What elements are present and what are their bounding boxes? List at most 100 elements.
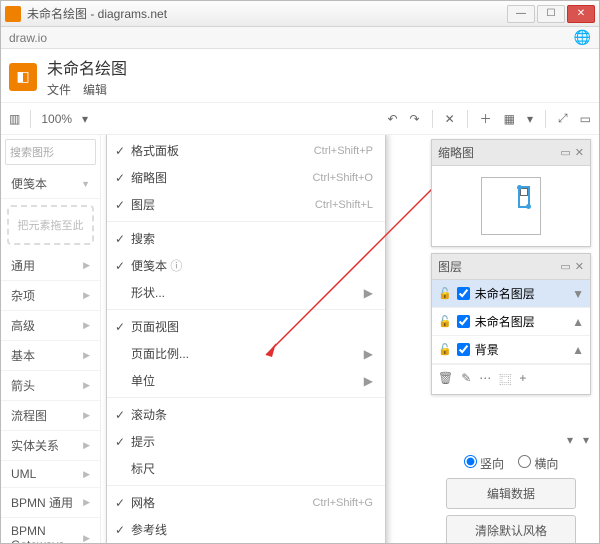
layer-visible-checkbox[interactable] [457,315,470,328]
globe-icon[interactable]: 🌐 [574,29,591,46]
sidebar-cat-scratchpad[interactable]: 便笺本▼ [1,169,100,199]
close-icon[interactable]: ✕ [575,260,584,273]
menubar: 文件 编辑 [47,81,127,98]
delete-icon[interactable]: ✕ [445,112,455,126]
sidebar: 搜索图形 便笺本▼ 把元素拖至此 通用▶ 杂项▶ 高级▶ 基本▶ 箭头▶ 流程图… [1,135,101,543]
menu-item[interactable]: ✓便笺本 ⓘ [107,252,385,279]
app-bar: draw.io 🌐 [1,27,599,49]
clear-style-button[interactable]: 清除默认风格 [446,515,576,543]
menu-file[interactable]: 文件 [47,81,71,98]
app-icon [5,6,21,22]
layer-name: 未命名图层 [475,285,535,302]
menu-item[interactable]: 标尺 [107,455,385,482]
menu-item[interactable]: ✓图层Ctrl+Shift+L [107,191,385,218]
outline-panel: 缩略图 ▭ ✕ [431,139,591,247]
sidebar-cat-flowchart[interactable]: 流程图▶ [1,401,100,431]
close-button[interactable]: ✕ [567,5,595,23]
sidebar-cat-uml[interactable]: UML▶ [1,461,100,488]
edit-icon[interactable]: ✎ [461,371,471,388]
minimize-icon[interactable]: ▭ [560,260,570,273]
lock-icon[interactable]: 🔓 [438,343,452,356]
window: 未命名绘图 - diagrams.net — ☐ ✕ draw.io 🌐 ◧ 未… [0,0,600,544]
undo-icon[interactable]: ↶ [387,112,397,126]
canvas[interactable]: ✓格式面板Ctrl+Shift+P✓缩略图Ctrl+Shift+O✓图层Ctrl… [101,135,599,543]
menu-item[interactable]: 单位▶ [107,367,385,394]
header: ◧ 未命名绘图 文件 编辑 [1,49,599,103]
window-title: 未命名绘图 - diagrams.net [27,5,507,22]
trash-icon[interactable]: 🗑 [438,371,453,388]
app-label: draw.io [9,31,47,45]
radio-landscape[interactable]: 横向 [518,455,558,472]
sidebar-cat-entity[interactable]: 实体关系▶ [1,431,100,461]
menu-item[interactable]: ✓页面视图 [107,313,385,340]
sidebar-cat-basic[interactable]: 基本▶ [1,341,100,371]
chevron-down-icon[interactable]: ▾ [567,433,573,447]
sidebar-toggle-icon[interactable]: ▥ [9,112,20,126]
duplicate-icon[interactable]: ⿴ [499,371,511,388]
layer-tools: 🗑 ✎ ⋯ ⿴ + [432,364,590,394]
layer-row[interactable]: 🔓 未命名图层 ▲ [432,308,590,336]
titlebar: 未命名绘图 - diagrams.net — ☐ ✕ [1,1,599,27]
grid-icon[interactable]: ▦ [504,112,515,126]
menu-item[interactable]: ✓网格Ctrl+Shift+G [107,489,385,516]
menu-item[interactable]: ✓搜索 [107,225,385,252]
layers-title: 图层 [438,258,556,275]
format-icon[interactable]: ▭ [580,112,591,126]
window-buttons: — ☐ ✕ [507,5,595,23]
redo-icon[interactable]: ↷ [410,112,420,126]
more-icon[interactable]: ⋯ [479,371,491,388]
triangle-icon[interactable]: ▲ [572,315,584,329]
menu-item[interactable]: ✓滚动条 [107,401,385,428]
chevron-down-icon[interactable]: ▾ [583,433,589,447]
doc-title[interactable]: 未命名绘图 [47,55,127,79]
layer-name: 背景 [475,341,499,358]
logo-icon: ◧ [9,63,37,91]
sidebar-cat-general[interactable]: 通用▶ [1,251,100,281]
zoom-dropdown-icon[interactable]: ▾ [82,112,88,126]
radio-portrait[interactable]: 竖向 [464,455,504,472]
lock-icon[interactable]: 🔓 [438,315,452,328]
lock-icon[interactable]: 🔓 [438,287,452,300]
view-menu: ✓格式面板Ctrl+Shift+P✓缩略图Ctrl+Shift+O✓图层Ctrl… [106,135,386,543]
minimize-icon[interactable]: ▭ [560,146,570,159]
layers-panel: 图层 ▭ ✕ 🔓 未命名图层 ▼ 🔓 未命名图层 ▲ 🔓 背景 ▲ 🗑 ✎ ⋯ ⿴ + [431,253,591,395]
sidebar-cat-misc[interactable]: 杂项▶ [1,281,100,311]
menu-item[interactable]: ✓参考线 [107,516,385,543]
triangle-icon[interactable]: ▲ [572,343,584,357]
outline-preview[interactable] [432,166,590,246]
chevron-down-icon: ▼ [81,179,90,189]
orientation-radios: 竖向 横向 [464,455,559,472]
menu-item[interactable]: 页面比例...▶ [107,340,385,367]
layer-row[interactable]: 🔓 背景 ▲ [432,336,590,364]
search-input[interactable]: 搜索图形 [5,139,96,165]
sidebar-cat-bpmn-gateways[interactable]: BPMN Gateways▶ [1,518,100,543]
sidebar-cat-arrows[interactable]: 箭头▶ [1,371,100,401]
maximize-button[interactable]: ☐ [537,5,565,23]
toolbar: ▥ 100% ▾ ↶ ↷ ✕ ＋ ▦ ▾ ⤢ ▭ [1,103,599,135]
add-icon[interactable]: ＋ [480,110,492,127]
format-panel: 竖向 横向 编辑数据 清除默认风格 [431,455,591,543]
fullscreen-icon[interactable]: ⤢ [558,111,568,126]
drop-zone[interactable]: 把元素拖至此 [7,205,94,245]
outline-title: 缩略图 [438,144,556,161]
sidebar-cat-bpmn-general[interactable]: BPMN 通用▶ [1,488,100,518]
right-toolbar: ▾ ▾ [567,433,589,447]
body: 搜索图形 便笺本▼ 把元素拖至此 通用▶ 杂项▶ 高级▶ 基本▶ 箭头▶ 流程图… [1,135,599,543]
close-icon[interactable]: ✕ [575,146,584,159]
layer-visible-checkbox[interactable] [457,287,470,300]
dropdown-icon[interactable]: ▾ [527,112,533,126]
menu-item[interactable]: ✓提示 [107,428,385,455]
layer-name: 未命名图层 [475,313,535,330]
layer-row[interactable]: 🔓 未命名图层 ▼ [432,280,590,308]
menu-item[interactable]: ✓格式面板Ctrl+Shift+P [107,137,385,164]
edit-data-button[interactable]: 编辑数据 [446,478,576,509]
layer-visible-checkbox[interactable] [457,343,470,356]
menu-item[interactable]: 形状...▶ [107,279,385,306]
sidebar-cat-advanced[interactable]: 高级▶ [1,311,100,341]
minimize-button[interactable]: — [507,5,535,23]
zoom-level[interactable]: 100% [41,112,72,126]
add-layer-icon[interactable]: + [519,371,526,388]
menu-edit[interactable]: 编辑 [83,81,107,98]
triangle-icon[interactable]: ▼ [572,287,584,301]
menu-item[interactable]: ✓缩略图Ctrl+Shift+O [107,164,385,191]
